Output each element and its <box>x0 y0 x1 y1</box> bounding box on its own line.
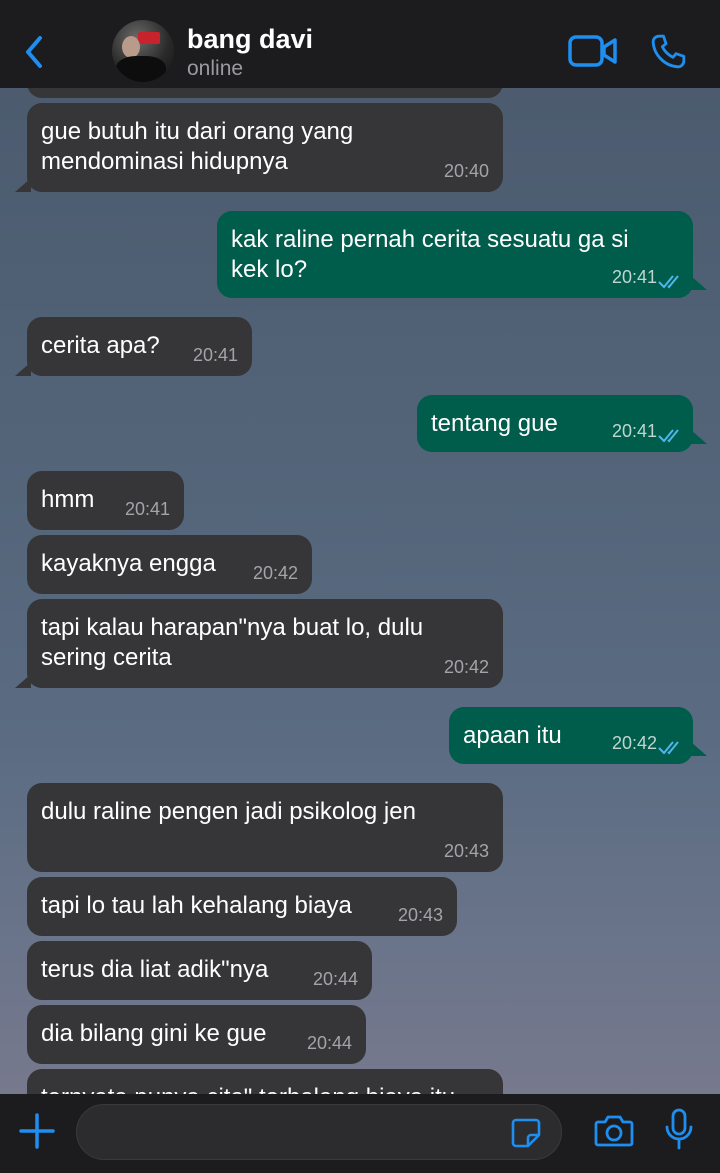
video-camera-icon <box>568 35 617 67</box>
sticker-button[interactable] <box>510 1117 542 1149</box>
message-bubble-incoming[interactable]: kayaknya engga 20:42 <box>27 535 312 594</box>
message-time: 20:42 <box>443 657 489 677</box>
composer-bar <box>0 1094 720 1173</box>
voice-call-button[interactable] <box>648 32 688 72</box>
message-text: dulu raline pengen jadi psikolog jen <box>41 798 416 825</box>
read-receipt-icon <box>658 429 679 443</box>
message-time: 20:41 <box>611 267 657 287</box>
message-bubble-outgoing[interactable]: tentang gue 20:41 <box>417 395 707 452</box>
message-time: 20:41 <box>124 499 170 519</box>
contact-name[interactable]: bang davi <box>187 24 313 55</box>
message-list[interactable]: gue butuh itu dari orang yang mendominas… <box>0 88 720 1094</box>
message-time: 20:41 <box>192 345 238 365</box>
sticker-icon <box>511 1118 541 1148</box>
message-text: tapi kalau harapan"nya buat lo, dulu ser… <box>41 614 424 671</box>
camera-button[interactable] <box>594 1112 634 1148</box>
avatar[interactable] <box>112 20 174 82</box>
message-bubble-incoming[interactable]: cerita apa? 20:41 <box>15 317 252 376</box>
phone-icon <box>651 34 686 69</box>
chevron-left-icon <box>26 36 42 68</box>
read-receipt-icon <box>658 275 679 289</box>
contact-status: online <box>187 57 244 80</box>
message-time: 20:43 <box>397 905 443 925</box>
message-time: 20:40 <box>443 161 489 181</box>
message-time: 20:44 <box>306 1033 352 1053</box>
video-call-button[interactable] <box>568 34 618 68</box>
message-bubble-incoming[interactable]: hmm 20:41 <box>27 471 184 530</box>
message-bubble-incoming[interactable] <box>27 88 503 98</box>
message-time: 20:44 <box>312 969 358 989</box>
microphone-button[interactable] <box>664 1108 694 1152</box>
message-bubble-incoming[interactable]: gue butuh itu dari orang yang mendominas… <box>15 103 503 192</box>
message-time: 20:42 <box>252 563 298 583</box>
message-bubble-incoming[interactable]: dulu raline pengen jadi psikolog jen 20:… <box>27 783 503 872</box>
message-bubble-incoming[interactable]: ternyata punya cita" terhalang biaya itu <box>27 1069 503 1094</box>
message-bubble-incoming[interactable]: tapi lo tau lah kehalang biaya 20:43 <box>27 877 457 936</box>
message-bubble-outgoing[interactable]: apaan itu 20:42 <box>449 707 707 764</box>
attach-button[interactable] <box>18 1112 56 1150</box>
message-input[interactable] <box>76 1104 562 1160</box>
message-bubble-incoming[interactable]: dia bilang gini ke gue 20:44 <box>27 1005 366 1064</box>
message-text: gue butuh itu dari orang yang mendominas… <box>41 118 354 175</box>
chat-header: bang davi online <box>0 0 720 88</box>
message-bubble-incoming[interactable]: terus dia liat adik"nya 20:44 <box>27 941 372 1000</box>
message-time: 20:41 <box>611 421 657 441</box>
message-bubble-incoming[interactable]: tapi kalau harapan"nya buat lo, dulu ser… <box>15 599 503 688</box>
camera-icon <box>594 1115 634 1147</box>
microphone-icon <box>665 1108 693 1150</box>
back-button[interactable] <box>20 32 50 72</box>
plus-icon <box>19 1113 55 1149</box>
message-text: tapi lo tau lah kehalang biaya <box>41 892 352 919</box>
message-text: ternyata punya cita" terhalang biaya itu <box>41 1083 489 1094</box>
message-text: terus dia liat adik"nya <box>41 956 269 983</box>
message-bubble-outgoing[interactable]: kak raline pernah cerita sesuatu ga si k… <box>217 211 707 298</box>
message-text: dia bilang gini ke gue <box>41 1020 267 1047</box>
read-receipt-icon <box>658 741 679 755</box>
message-time: 20:42 <box>611 733 657 753</box>
message-time: 20:43 <box>443 841 489 861</box>
